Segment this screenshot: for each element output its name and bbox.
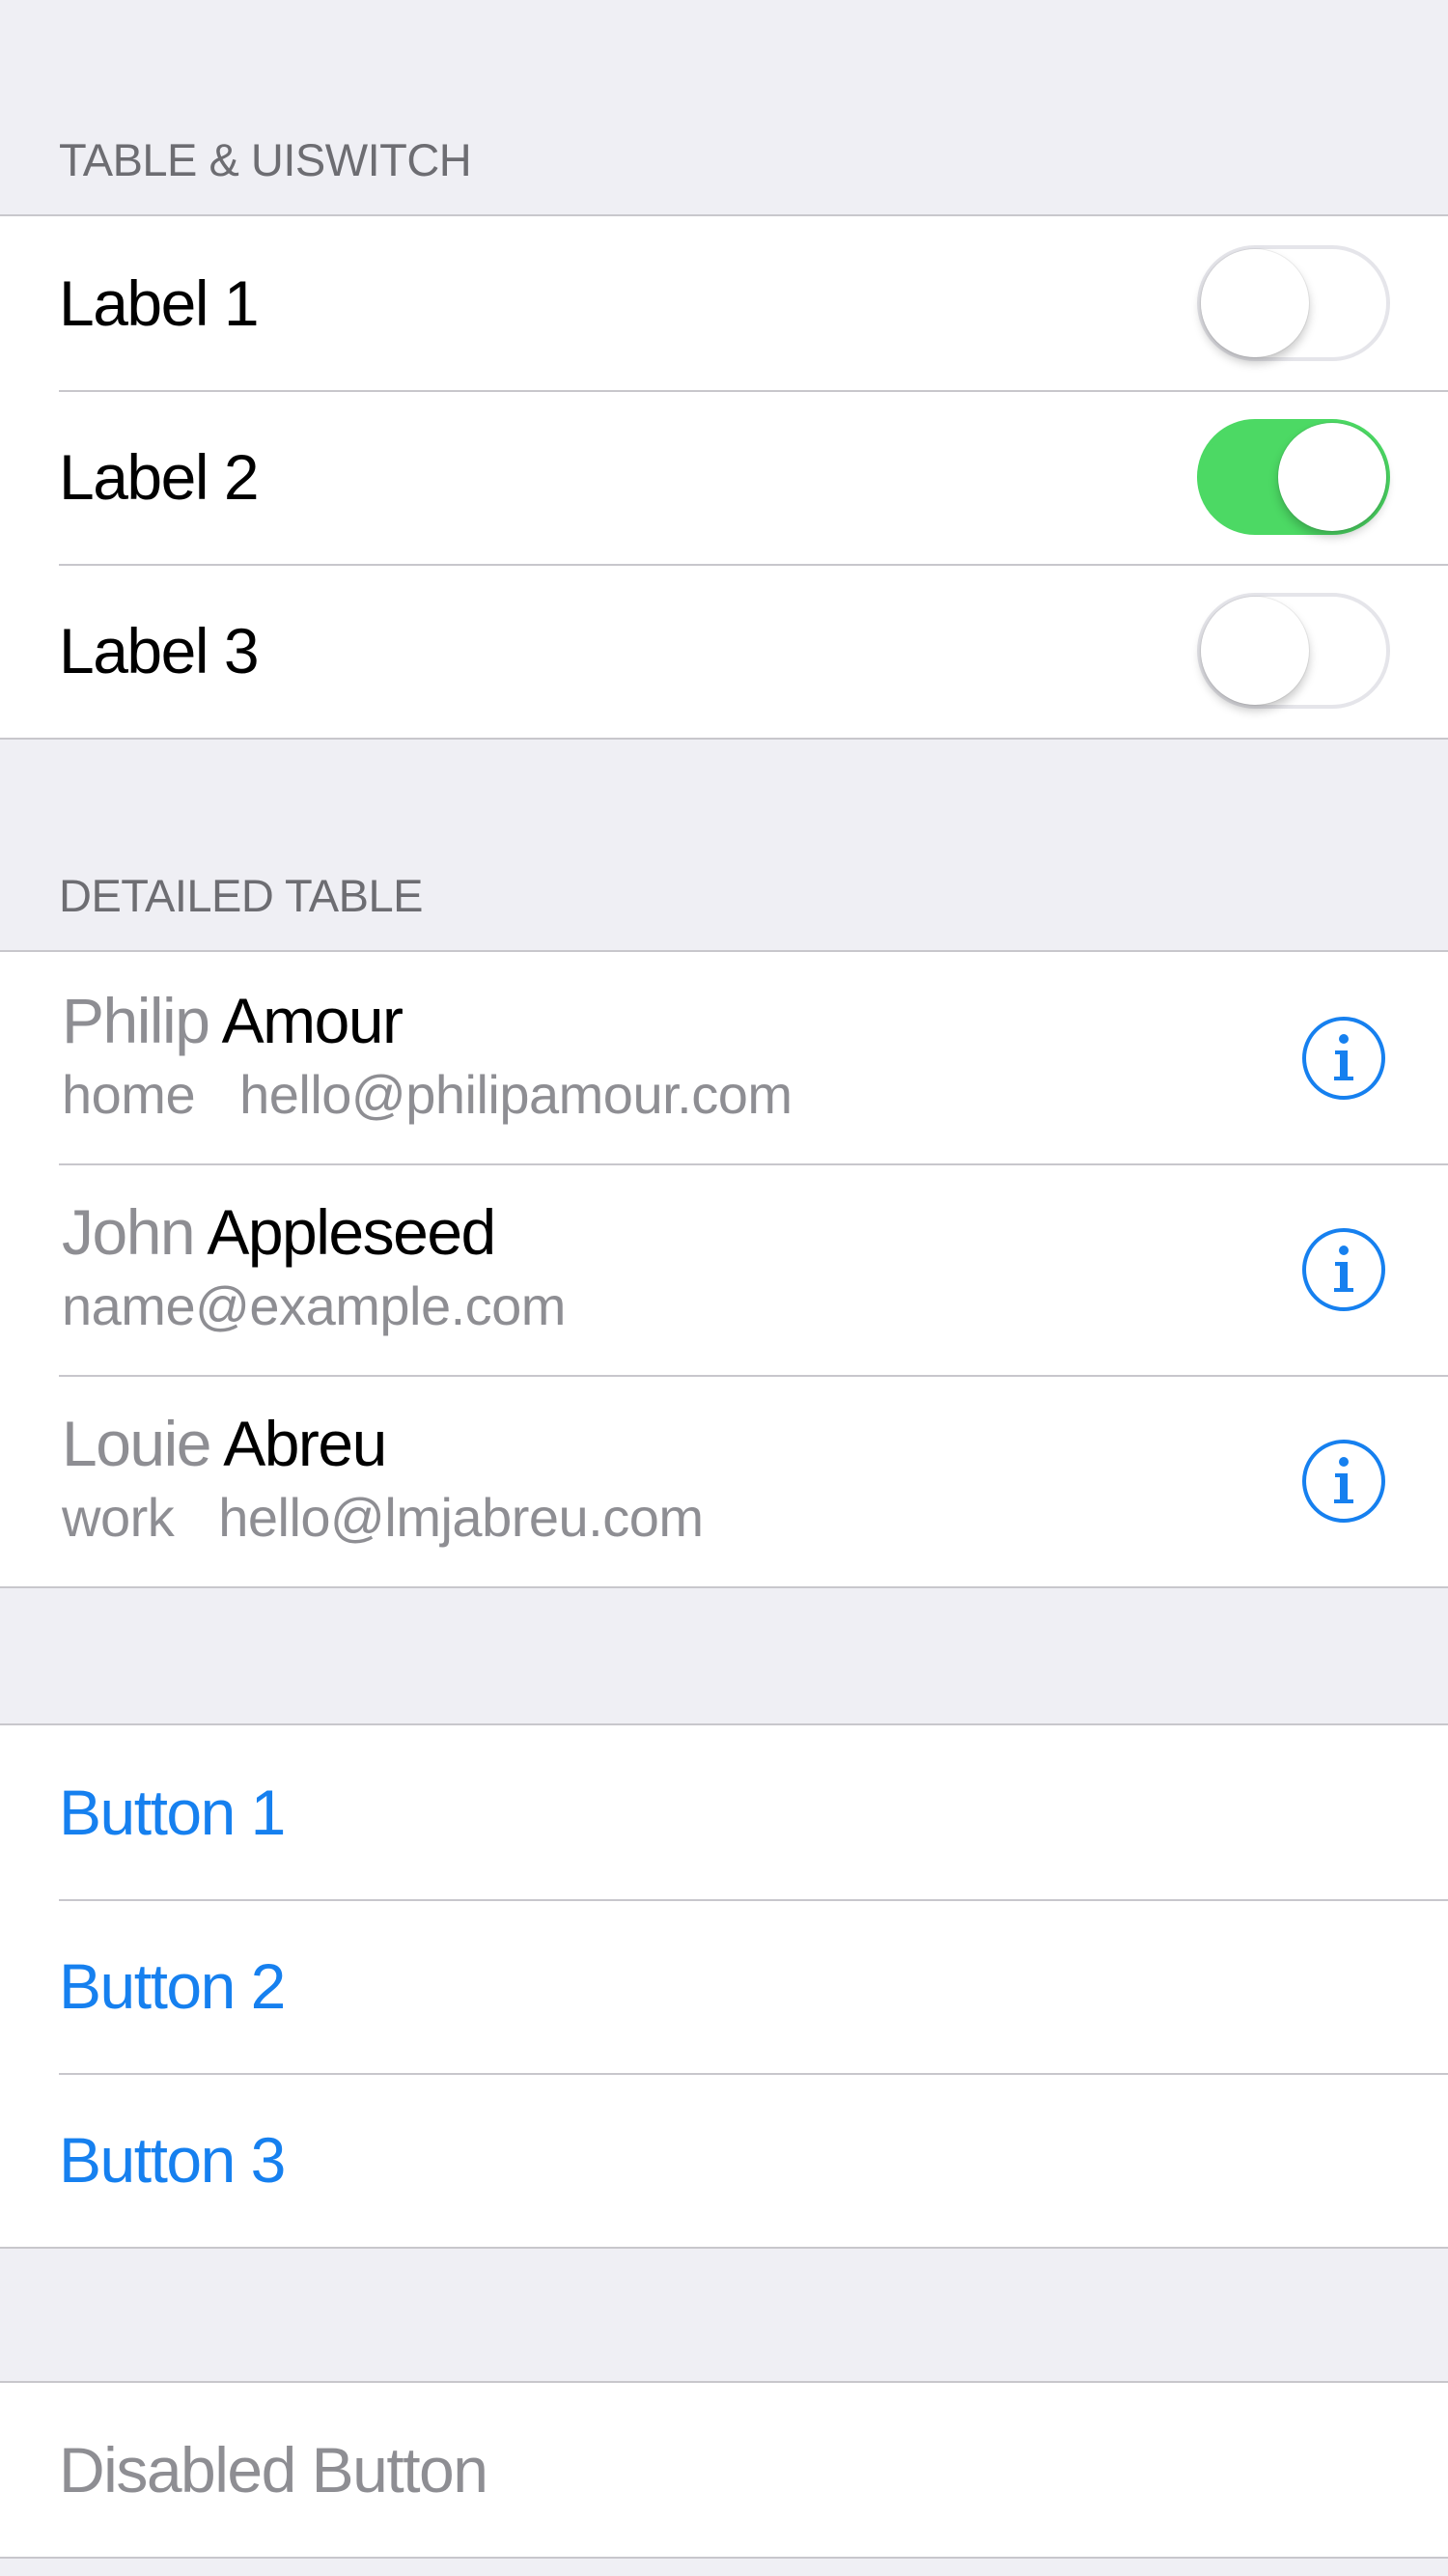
- switch-row-3: Label 3: [0, 564, 1448, 738]
- contact-last-name: Amour: [221, 985, 404, 1056]
- contact-detail: name@example.com: [62, 1279, 566, 1333]
- contact-detail: home hello@philipamour.com: [62, 1068, 793, 1122]
- switch-row-1: Label 1: [0, 216, 1448, 390]
- contact-row-3[interactable]: Louie Abreu work hello@lmjabreu.com: [0, 1375, 1448, 1586]
- switch-row-label: Label 1: [59, 267, 260, 339]
- contact-name: Louie Abreu: [62, 1412, 387, 1475]
- contact-row-2[interactable]: John Appleseed name@example.com: [0, 1163, 1448, 1375]
- contact-row-1[interactable]: Philip Amour home hello@philipamour.com: [0, 952, 1448, 1163]
- info-circle-icon[interactable]: [1301, 1439, 1386, 1524]
- contact-first-name: John: [62, 1196, 196, 1268]
- settings-table-screen: TABLE & UISWITCH Label 1 Label 2 Label 3…: [0, 0, 1448, 2576]
- disabled-button: Disabled Button: [59, 2434, 488, 2506]
- section-header-table-uiswitch: TABLE & UISWITCH: [59, 134, 472, 185]
- button-row-3: Button 3: [0, 2073, 1448, 2247]
- toggle-switch-label-3[interactable]: [1197, 593, 1390, 709]
- contact-email: hello@philipamour.com: [239, 1064, 793, 1125]
- toggle-switch-label-2[interactable]: [1197, 419, 1390, 535]
- button-3[interactable]: Button 3: [59, 2128, 286, 2192]
- switch-row-2: Label 2: [0, 390, 1448, 564]
- switch-knob: [1201, 249, 1309, 357]
- contact-email: name@example.com: [62, 1275, 566, 1336]
- info-circle-icon[interactable]: [1301, 1227, 1386, 1312]
- button-row-2: Button 2: [0, 1899, 1448, 2073]
- contact-last-name: Abreu: [223, 1408, 387, 1479]
- contact-first-name: Philip: [62, 985, 210, 1056]
- switch-row-label: Label 3: [59, 615, 260, 686]
- switch-knob: [1201, 597, 1309, 705]
- info-circle-icon[interactable]: [1301, 1016, 1386, 1101]
- switch-row-label: Label 2: [59, 441, 260, 513]
- contact-email-kind: work: [62, 1487, 175, 1548]
- toggle-switch-label-1[interactable]: [1197, 245, 1390, 361]
- contact-email-kind: home: [62, 1064, 196, 1125]
- disabled-button-group: Disabled Button: [0, 2381, 1448, 2559]
- disabled-button-row: Disabled Button: [0, 2383, 1448, 2557]
- button-row-1: Button 1: [0, 1725, 1448, 1899]
- button-2[interactable]: Button 2: [59, 1954, 286, 2018]
- button-1[interactable]: Button 1: [59, 1780, 286, 1844]
- switch-table-group: Label 1 Label 2 Label 3: [0, 214, 1448, 740]
- detailed-table-group: Philip Amour home hello@philipamour.com J…: [0, 950, 1448, 1588]
- contact-email: hello@lmjabreu.com: [218, 1487, 704, 1548]
- section-header-detailed-table: DETAILED TABLE: [59, 870, 423, 921]
- contact-first-name: Louie: [62, 1408, 212, 1479]
- contact-name: Philip Amour: [62, 989, 404, 1052]
- buttons-table-group: Button 1 Button 2 Button 3: [0, 1723, 1448, 2249]
- switch-knob: [1278, 423, 1386, 531]
- contact-last-name: Appleseed: [207, 1196, 496, 1268]
- contact-detail: work hello@lmjabreu.com: [62, 1491, 704, 1545]
- contact-name: John Appleseed: [62, 1200, 496, 1264]
